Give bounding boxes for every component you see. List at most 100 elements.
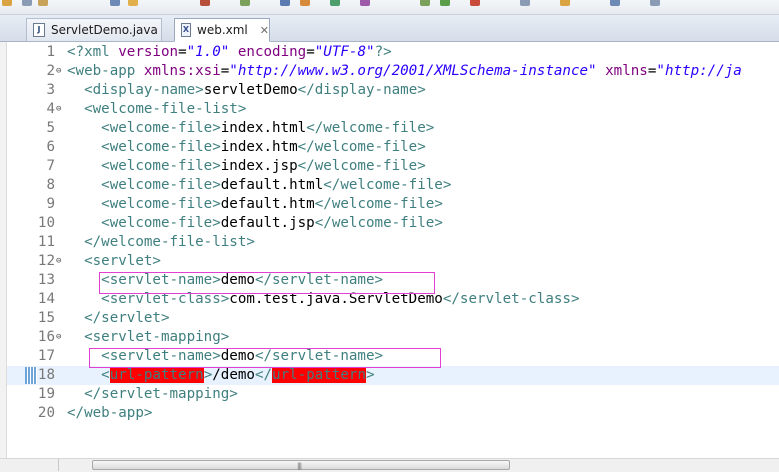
code-line[interactable]: 14 <servlet-class>com.test.java.ServletD… bbox=[7, 290, 779, 309]
toolbar-tool-icon[interactable] bbox=[650, 0, 660, 6]
fold-toggle-icon[interactable]: ⊖ bbox=[56, 100, 64, 119]
code-token: demo bbox=[220, 348, 255, 364]
xml-file-icon: X bbox=[181, 23, 192, 37]
code-line[interactable]: 18 <url-pattern>/demo</url-pattern> bbox=[7, 366, 779, 385]
toolbar-tool-icon[interactable] bbox=[22, 0, 32, 6]
code-line[interactable]: 8 <welcome-file>default.html</welcome-fi… bbox=[7, 176, 779, 195]
code-text: <servlet> bbox=[67, 252, 161, 271]
code-text: <welcome-file-list> bbox=[67, 100, 246, 119]
line-number: 5 bbox=[46, 120, 55, 136]
toolbar-tool-icon[interactable] bbox=[470, 0, 480, 6]
code-line[interactable]: 2 ⊖ <web-app xmlns:xsi="http://www.w3.org/… bbox=[7, 62, 779, 81]
fold-toggle-icon[interactable]: ⊖ bbox=[56, 252, 64, 271]
code-token: version bbox=[118, 44, 179, 60]
code-line[interactable]: 10 <welcome-file>default.jsp</welcome-fi… bbox=[7, 214, 779, 233]
toolbar-tool-icon[interactable] bbox=[610, 0, 620, 6]
line-number: 3 bbox=[46, 82, 55, 98]
code-token: <web-app bbox=[67, 63, 144, 79]
horizontal-scrollbar[interactable]: ||| bbox=[0, 458, 779, 472]
code-text: <?xml version="1.0" encoding="UTF-8"?> bbox=[67, 43, 392, 62]
toolbar-tool-icon[interactable] bbox=[420, 0, 430, 6]
code-token: xmlns bbox=[605, 63, 648, 79]
toolbar-tool-icon[interactable] bbox=[110, 0, 120, 6]
code-token: encoding bbox=[237, 44, 307, 60]
toolbar-tool-icon[interactable] bbox=[360, 0, 370, 6]
toolbar-tool-icon[interactable] bbox=[330, 0, 340, 6]
code-line[interactable]: 9 <welcome-file>default.htm</welcome-fil… bbox=[7, 195, 779, 214]
error-token: url-pattern bbox=[109, 367, 204, 383]
code-token: index.htm bbox=[220, 139, 298, 155]
code-text: <welcome-file>default.jsp</welcome-file> bbox=[67, 214, 443, 233]
code-line[interactable]: 19 </servlet-mapping> bbox=[7, 385, 779, 404]
code-token: com.test.java.ServletDemo bbox=[229, 291, 443, 307]
toolbar-tool-icon[interactable] bbox=[560, 0, 570, 6]
code-token: <welcome-file> bbox=[101, 215, 221, 231]
line-number: 4 bbox=[46, 101, 55, 117]
code-line[interactable]: 20 </web-app> bbox=[7, 404, 779, 423]
code-line[interactable]: 12 ⊖ <servlet> bbox=[7, 252, 779, 271]
toolbar-tool-icon[interactable] bbox=[2, 0, 12, 6]
line-number: 2 bbox=[46, 63, 55, 79]
code-token: <welcome-file> bbox=[101, 139, 221, 155]
code-line[interactable]: 13 <servlet-name>demo</servlet-name> bbox=[7, 271, 779, 290]
code-text: <welcome-file>default.htm</welcome-file> bbox=[67, 195, 443, 214]
code-line[interactable]: 17 <servlet-name>demo</servlet-name> bbox=[7, 347, 779, 366]
tab-label: web.xml bbox=[197, 23, 248, 37]
toolbar-tool-icon[interactable] bbox=[280, 0, 290, 6]
code-line[interactable]: 16 ⊖ <servlet-mapping> bbox=[7, 328, 779, 347]
scrollbar-thumb[interactable]: ||| bbox=[92, 460, 510, 470]
toolbar-tool-icon[interactable] bbox=[300, 0, 310, 6]
line-number: 6 bbox=[46, 139, 55, 155]
code-line[interactable]: 4 ⊖ <welcome-file-list> bbox=[7, 100, 779, 119]
code-line[interactable]: 6 <welcome-file>index.htm</welcome-file> bbox=[7, 138, 779, 157]
toolbar-tool-icon[interactable] bbox=[128, 0, 138, 6]
toolbar-tool-icon[interactable] bbox=[240, 0, 250, 6]
code-token: </welcome-file> bbox=[297, 158, 426, 174]
code-text: <servlet-name>demo</servlet-name> bbox=[67, 347, 383, 366]
line-number: 14 bbox=[37, 291, 55, 307]
code-line[interactable]: 11 </welcome-file-list> bbox=[7, 233, 779, 252]
code-line[interactable]: 5 <welcome-file>index.html</welcome-file… bbox=[7, 119, 779, 138]
line-number: 11 bbox=[37, 234, 55, 250]
code-text: <display-name>servletDemo</display-name> bbox=[67, 81, 426, 100]
run-icon[interactable] bbox=[440, 0, 450, 6]
line-number: 20 bbox=[37, 405, 55, 421]
code-token: xmlns:xsi bbox=[143, 63, 221, 79]
fold-toggle-icon[interactable]: ⊖ bbox=[56, 328, 64, 347]
code-token: <servlet-name> bbox=[101, 272, 221, 288]
code-token: </servlet-name> bbox=[254, 272, 384, 288]
toolbar-tool-icon[interactable] bbox=[38, 0, 48, 6]
fold-toggle-icon[interactable]: ⊖ bbox=[56, 62, 64, 81]
code-line[interactable]: 15 </servlet> bbox=[7, 309, 779, 328]
toolbar-tool-icon[interactable] bbox=[200, 0, 210, 6]
tab-label: ServletDemo.java bbox=[51, 23, 158, 37]
xml-code-editor[interactable]: 1 <?xml version="1.0" encoding="UTF-8"?> 2… bbox=[7, 42, 779, 458]
code-token: = bbox=[306, 44, 315, 60]
line-number: 1 bbox=[46, 44, 55, 60]
code-token: </welcome-file> bbox=[306, 120, 435, 136]
code-line[interactable]: 3 <display-name>servletDemo</display-nam… bbox=[7, 81, 779, 100]
scrollbar-left-cell bbox=[22, 459, 59, 471]
close-icon[interactable]: ✕ bbox=[260, 24, 269, 37]
code-token: </servlet-name> bbox=[254, 348, 384, 364]
code-token: /demo bbox=[212, 367, 255, 383]
tab-servletdemo-java[interactable]: J ServletDemo.java bbox=[26, 18, 162, 41]
code-token: default.html bbox=[220, 177, 324, 193]
code-token: <servlet-name> bbox=[101, 348, 221, 364]
code-text: <servlet-name>demo</servlet-name> bbox=[67, 271, 383, 290]
code-token: </web-app> bbox=[67, 405, 153, 421]
code-text: <web-app xmlns:xsi="http://www.w3.org/20… bbox=[67, 62, 742, 81]
code-line[interactable]: 7 <welcome-file>index.jsp</welcome-file> bbox=[7, 157, 779, 176]
tab-web-xml[interactable]: X web.xml ✕ bbox=[174, 18, 270, 42]
toolbar-tool-icon[interactable] bbox=[520, 0, 530, 6]
code-token: <servlet-class> bbox=[101, 291, 230, 307]
code-line[interactable]: 1 <?xml version="1.0" encoding="UTF-8"?> bbox=[7, 43, 779, 62]
